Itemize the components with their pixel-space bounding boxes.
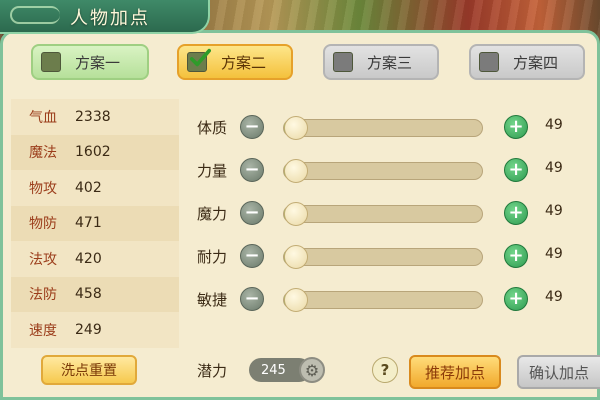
page-title: 人物加点 <box>70 8 150 29</box>
slider-handle[interactable] <box>284 245 308 269</box>
attribute-value: 49 <box>545 289 563 305</box>
stat-label: 气血 <box>29 109 57 126</box>
stat-value: 249 <box>75 321 102 338</box>
attribute-slider[interactable] <box>283 288 483 312</box>
plus-icon[interactable]: + <box>504 158 528 182</box>
minus-icon[interactable]: − <box>240 201 264 225</box>
gear-icon[interactable]: ⚙ <box>299 357 325 383</box>
stat-label: 法防 <box>29 287 57 304</box>
attribute-row-magic: 魔力 − + 49 <box>193 198 573 228</box>
checkbox-icon <box>41 52 61 72</box>
stat-row-magic-atk: 法攻 420 <box>11 241 179 277</box>
tab-label: 方案四 <box>513 53 559 72</box>
stat-value: 458 <box>75 286 102 303</box>
stat-row-phys-def: 物防 471 <box>11 205 179 241</box>
confirm-points-button[interactable]: 确认加点 <box>517 355 600 389</box>
help-icon[interactable]: ? <box>372 357 398 383</box>
stats-list: 气血 2338 魔法 1602 物攻 402 物防 471 法攻 420 法防 … <box>11 99 179 348</box>
potential-label: 潜力 <box>197 362 228 380</box>
slider-handle[interactable] <box>284 202 308 226</box>
stat-value: 1602 <box>75 144 111 161</box>
minus-icon[interactable]: − <box>240 244 264 268</box>
stat-value: 2338 <box>75 108 111 125</box>
tab-plan-2[interactable]: 方案二 <box>177 44 293 80</box>
stat-label: 速度 <box>29 322 57 339</box>
attribute-slider[interactable] <box>283 159 483 183</box>
reset-points-button[interactable]: 洗点重置 <box>41 355 137 385</box>
attribute-row-agility: 敏捷 − + 49 <box>193 284 573 314</box>
attribute-value: 49 <box>545 160 563 176</box>
slider-handle[interactable] <box>284 116 308 140</box>
attribute-value: 49 <box>545 203 563 219</box>
attribute-value: 49 <box>545 246 563 262</box>
check-icon <box>189 48 211 67</box>
plus-icon[interactable]: + <box>504 115 528 139</box>
attribute-name: 力量 <box>197 162 228 180</box>
attribute-row-strength: 力量 − + 49 <box>193 155 573 185</box>
window-title-tab: 人物加点 <box>0 0 210 34</box>
attribute-panel: 方案一 方案二 方案三 方案四 气血 2338 魔法 1602 物攻 402 物 <box>0 30 600 400</box>
attribute-slider[interactable] <box>283 116 483 140</box>
checkbox-icon <box>479 52 499 72</box>
recommend-points-button[interactable]: 推荐加点 <box>409 355 501 389</box>
tab-label: 方案二 <box>221 53 267 72</box>
checkbox-icon <box>187 48 211 72</box>
stat-value: 402 <box>75 179 102 196</box>
attribute-row-endurance: 耐力 − + 49 <box>193 241 573 271</box>
plus-icon[interactable]: + <box>504 287 528 311</box>
attribute-name: 体质 <box>197 119 228 137</box>
attribute-row-constitution: 体质 − + 49 <box>193 112 573 142</box>
stat-row-phys-atk: 物攻 402 <box>11 170 179 206</box>
stat-row-speed: 速度 249 <box>11 312 179 348</box>
stat-label: 法攻 <box>29 251 57 268</box>
minus-icon[interactable]: − <box>240 287 264 311</box>
slider-handle[interactable] <box>284 288 308 312</box>
tab-plan-4[interactable]: 方案四 <box>469 44 585 80</box>
stat-label: 魔法 <box>29 145 57 162</box>
attribute-name: 耐力 <box>197 248 228 266</box>
stat-value: 471 <box>75 215 102 232</box>
stat-row-magic-def: 法防 458 <box>11 276 179 312</box>
attribute-slider[interactable] <box>283 245 483 269</box>
attribute-name: 魔力 <box>197 205 228 223</box>
title-ornament <box>10 6 60 24</box>
attribute-name: 敏捷 <box>197 291 228 309</box>
tab-plan-3[interactable]: 方案三 <box>323 44 439 80</box>
checkbox-icon <box>333 52 353 72</box>
plus-icon[interactable]: + <box>504 244 528 268</box>
stat-label: 物攻 <box>29 180 57 197</box>
tab-label: 方案一 <box>75 53 121 72</box>
attribute-slider[interactable] <box>283 202 483 226</box>
tab-plan-1[interactable]: 方案一 <box>31 44 149 80</box>
minus-icon[interactable]: − <box>240 115 264 139</box>
stat-row-hp: 气血 2338 <box>11 99 179 135</box>
stat-label: 物防 <box>29 216 57 233</box>
stat-row-mp: 魔法 1602 <box>11 134 179 170</box>
minus-icon[interactable]: − <box>240 158 264 182</box>
attribute-value: 49 <box>545 117 563 133</box>
tab-label: 方案三 <box>367 53 413 72</box>
stat-value: 420 <box>75 250 102 267</box>
plus-icon[interactable]: + <box>504 201 528 225</box>
slider-handle[interactable] <box>284 159 308 183</box>
